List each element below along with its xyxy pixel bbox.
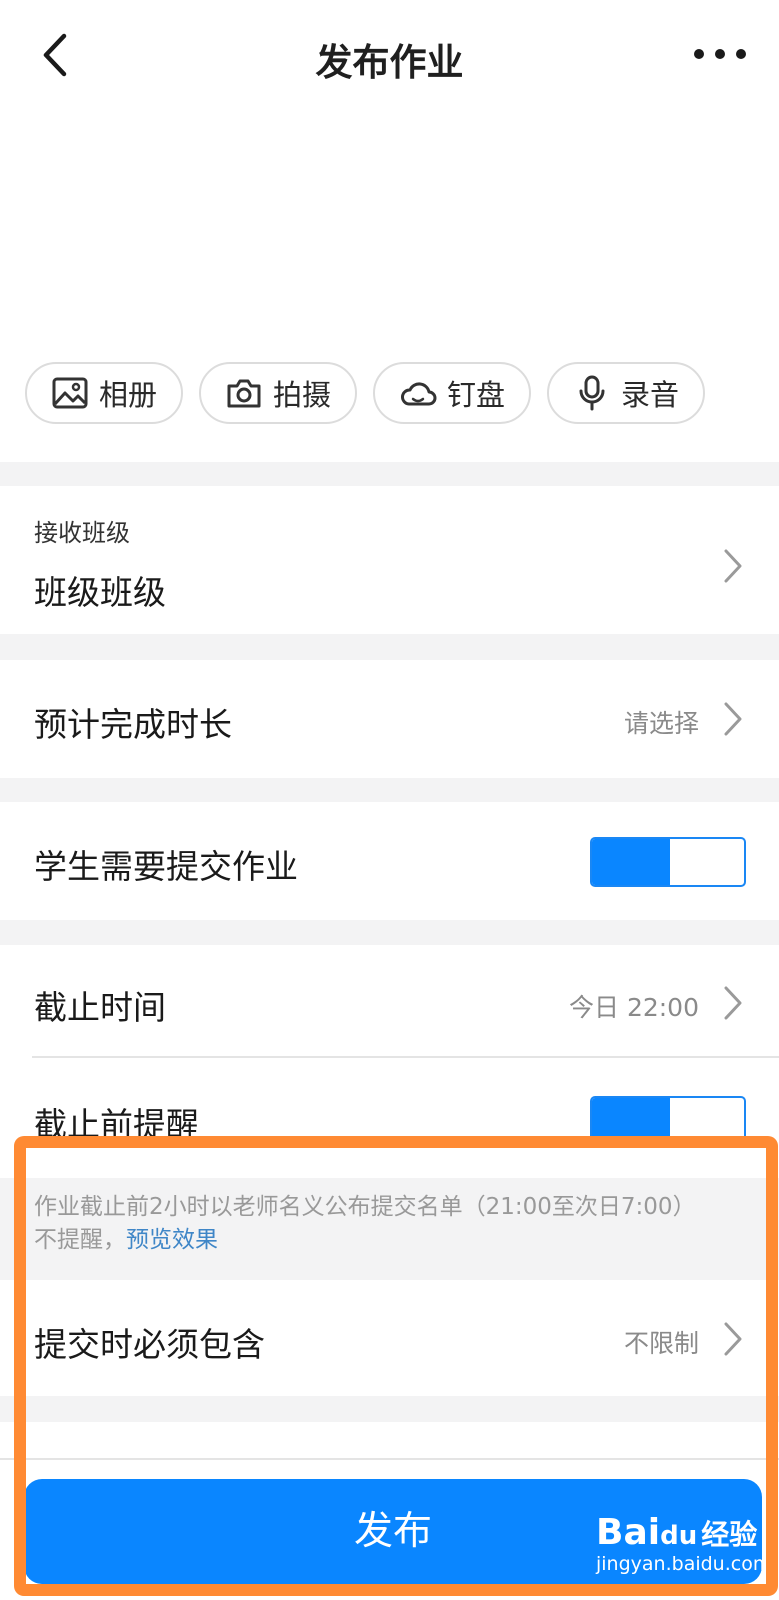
- reminder-row: 截止前提醒: [0, 1058, 779, 1178]
- deadline-row[interactable]: 截止时间 今日 22:00: [0, 945, 779, 1057]
- chevron-right-icon: [724, 702, 742, 736]
- shoot-label: 拍摄: [272, 378, 331, 412]
- section-gap: [0, 920, 779, 945]
- record-button[interactable]: 录音: [547, 362, 705, 424]
- duration-value: 请选择: [623, 709, 699, 738]
- reminder-toggle[interactable]: [590, 1096, 746, 1146]
- must-include-value: 不限制: [623, 1329, 699, 1358]
- duration-label: 预计完成时长: [34, 705, 232, 744]
- more-options-icon[interactable]: [692, 44, 748, 64]
- submit-required-toggle[interactable]: [590, 837, 746, 887]
- must-include-row[interactable]: 提交时必须包含 不限制: [0, 1280, 779, 1396]
- receive-class-row[interactable]: 接收班级 班级班级: [0, 486, 779, 634]
- section-gap: [0, 462, 779, 486]
- submit-required-label: 学生需要提交作业: [34, 847, 298, 886]
- hint-line-1: 作业截止前2小时以老师名义公布提交名单（21:00至次日7:00）: [34, 1194, 696, 1220]
- page-title: 发布作业: [315, 41, 464, 84]
- camera-icon: [227, 379, 261, 408]
- watermark-main: Bai: [596, 1512, 661, 1553]
- watermark-suffix: 经验: [701, 1518, 758, 1551]
- deadline-label: 截止时间: [34, 988, 166, 1027]
- chevron-right-icon: [724, 1322, 742, 1356]
- receive-class-label: 接收班级: [34, 519, 130, 547]
- toggle-on-fill: [592, 839, 670, 885]
- mic-icon: [579, 375, 605, 411]
- image-icon: [52, 377, 88, 409]
- receive-class-value: 班级班级: [34, 573, 166, 612]
- cloud-icon: [400, 382, 437, 406]
- submit-required-row: 学生需要提交作业: [0, 802, 779, 920]
- shoot-button[interactable]: 拍摄: [199, 362, 357, 424]
- duration-row[interactable]: 预计完成时长 请选择: [0, 660, 779, 778]
- watermark-paw: du: [660, 1521, 698, 1551]
- must-include-label: 提交时必须包含: [34, 1325, 265, 1364]
- ding-disk-button[interactable]: 钉盘: [373, 362, 531, 424]
- watermark-sub: jingyan.baidu.com: [596, 1553, 772, 1575]
- ding-disk-label: 钉盘: [446, 378, 505, 412]
- footer-divider: [0, 1458, 779, 1460]
- baidu-jingyan-watermark: Baidu 经验 jingyan.baidu.com: [596, 1512, 776, 1592]
- preview-effect-link[interactable]: 预览效果: [126, 1227, 218, 1253]
- hint-line-2: 不提醒，: [34, 1227, 126, 1253]
- reminder-hint: 作业截止前2小时以老师名义公布提交名单（21:00至次日7:00） 不提醒，预览…: [0, 1178, 779, 1280]
- chevron-right-icon: [724, 986, 742, 1020]
- toggle-on-fill: [592, 1098, 670, 1144]
- section-gap: [0, 1396, 779, 1422]
- album-button[interactable]: 相册: [25, 362, 183, 424]
- section-gap: [0, 778, 779, 802]
- section-gap: [0, 634, 779, 660]
- chevron-right-icon: [724, 549, 742, 583]
- deadline-value: 今日 22:00: [569, 993, 699, 1022]
- album-label: 相册: [98, 378, 157, 412]
- reminder-label: 截止前提醒: [34, 1105, 199, 1144]
- record-label: 录音: [620, 378, 679, 412]
